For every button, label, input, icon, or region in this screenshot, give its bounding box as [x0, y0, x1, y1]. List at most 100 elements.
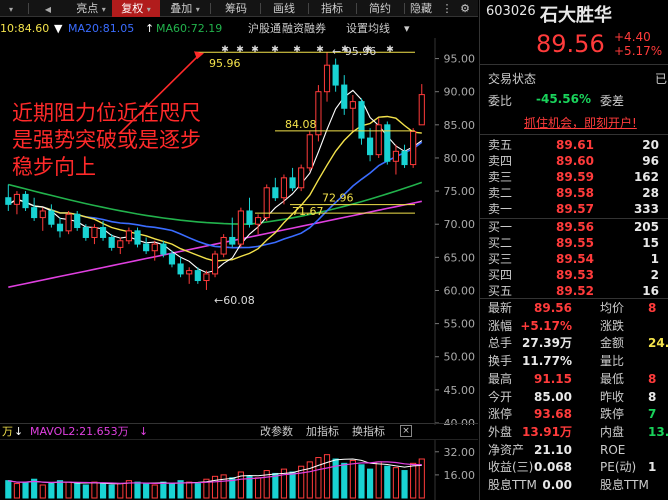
ask-row[interactable]: 卖二 89.58 28: [480, 185, 668, 201]
bid-row[interactable]: 买五 89.52 16: [480, 283, 668, 299]
ask-row[interactable]: 卖一 89.57 333: [480, 201, 668, 217]
volume-bar: [48, 483, 55, 499]
toolbar-more-icon[interactable]: ⋮: [440, 0, 454, 17]
bid-label: 买四: [488, 268, 513, 282]
candle-body: [341, 84, 348, 109]
candle-body: [22, 193, 29, 209]
mavol2-arrow-icon: ↓: [139, 425, 149, 438]
volume-chart[interactable]: 32.00 16.00: [0, 440, 478, 500]
ma-menu-hgt[interactable]: 沪股通: [248, 21, 281, 37]
candle-body: [392, 150, 400, 162]
volume-tick-label: 32.00: [444, 446, 476, 459]
candle-body: [289, 177, 296, 189]
candle-body: [298, 167, 305, 189]
ask-row[interactable]: 卖五 89.61 20: [480, 137, 668, 153]
quote-label: 最低: [600, 371, 625, 386]
toolbar-draw-button[interactable]: 画线: [264, 0, 304, 17]
quote-value: 8: [648, 389, 657, 404]
ma-menu-margin[interactable]: 融资融券: [282, 21, 326, 37]
candle-body: [56, 223, 64, 232]
candle-body: [203, 273, 210, 282]
candle-body: [272, 187, 279, 199]
quote-label: 总手: [488, 336, 513, 351]
bid-row[interactable]: 买三 89.54 1: [480, 251, 668, 267]
candle-body: [177, 263, 184, 275]
price-tick-label: 90.00: [444, 86, 476, 99]
toolbar-menu-icon[interactable]: ▾: [0, 0, 22, 17]
ask-row[interactable]: 卖三 89.59 162: [480, 169, 668, 185]
bid-volume: 1: [650, 252, 659, 266]
promo-link[interactable]: 抓住机会，即刻开户!: [524, 114, 637, 131]
divider: [480, 64, 668, 65]
toolbar-chips-button[interactable]: 筹码: [216, 0, 256, 17]
stock-name: 石大胜华: [540, 5, 612, 26]
candle-body: [117, 240, 124, 248]
event-marker-icon: ✱: [271, 45, 279, 55]
ask-label: 卖二: [488, 186, 513, 200]
ask-volume: 96: [642, 154, 659, 168]
divider: [480, 298, 668, 299]
candle-body: [13, 193, 21, 205]
bid-row[interactable]: 买一 89.56 205: [480, 219, 668, 235]
weicha-label: 委差: [600, 94, 625, 108]
toolbar-indicator-button[interactable]: 指标: [312, 0, 352, 17]
quote-value: 0.068: [534, 460, 572, 475]
bid-volume: 16: [642, 284, 659, 298]
candle-body: [160, 243, 167, 255]
candle-body: [418, 94, 425, 126]
volume-bar: [151, 484, 158, 499]
candle-body: [220, 236, 227, 255]
annotation-line-2: 是强势突破或是逐步: [12, 128, 201, 152]
toolbar-divider: [260, 3, 261, 14]
bid-row[interactable]: 买四 89.53 2: [480, 267, 668, 283]
quote-label: 涨停: [488, 407, 513, 422]
annotation-line-3: 稳步向上: [12, 155, 96, 179]
toolbar-hide-button[interactable]: 隐藏: [406, 0, 436, 17]
ask-row[interactable]: 卖四 89.60 96: [480, 153, 668, 169]
ask-price: 89.59: [556, 170, 594, 184]
toolbar-adjust-button[interactable]: 复权 ▾: [112, 0, 160, 17]
toolbar-overlay-button[interactable]: 叠加 ▾: [162, 0, 208, 17]
quote-label: 涨幅: [488, 318, 513, 333]
kline-chart[interactable]: 95.00 90.00 85.00 80.00 75.00 70.00 65.00 60.00…: [0, 38, 478, 425]
quote-panel: 603026 石大胜华 89.56 +4.40 +5.17% 交易状态 已 委比…: [479, 0, 668, 500]
volume-add-indicator[interactable]: 加指标: [306, 424, 339, 440]
volume-bar: [39, 484, 46, 499]
low-price-label: ←60.08: [214, 294, 255, 307]
volume-arrow-icon: ↓: [14, 425, 24, 438]
volume-bar: [220, 474, 227, 499]
stock-price-row: 89.56 +4.40 +5.17%: [480, 30, 668, 60]
volume-switch-indicator[interactable]: 换指标: [352, 424, 385, 440]
candle-body: [358, 101, 365, 139]
toolbar-simple-button[interactable]: 简约: [360, 0, 400, 17]
volume-bar: [392, 467, 400, 499]
volume-bar: [315, 457, 322, 499]
volume-bar: [255, 477, 262, 499]
bid-volume: 2: [650, 268, 659, 282]
ask-volume: 333: [633, 202, 659, 216]
toolbar-prev-button[interactable]: ◀: [33, 0, 63, 17]
event-marker-icon: ✱: [386, 45, 394, 55]
ma-menu-settings[interactable]: 设置均线: [346, 21, 390, 37]
promo-banner[interactable]: 抓住机会，即刻开户!: [480, 114, 668, 132]
volume-bar: [358, 464, 365, 499]
volume-bar: [289, 471, 296, 499]
candle-body: [31, 207, 38, 219]
ask-price: 89.58: [556, 186, 594, 200]
candle-body: [237, 210, 244, 245]
toolbar-divider: [210, 3, 211, 14]
ma-menu-dropdown-icon[interactable]: ▾: [404, 21, 410, 37]
bid-row[interactable]: 买二 89.55 15: [480, 235, 668, 251]
volume-close-icon[interactable]: ×: [400, 425, 412, 437]
support-level-label-1: 72.96: [322, 192, 354, 205]
ask-label: 卖五: [488, 138, 513, 152]
candle-body: [108, 236, 115, 248]
toolbar-highlight-button[interactable]: 亮点 ▾: [72, 0, 110, 17]
event-marker-icon: ✱: [251, 45, 259, 55]
volume-modify-params[interactable]: 改参数: [260, 424, 293, 440]
bid-price: 89.54: [556, 252, 594, 266]
volume-bar: [306, 461, 313, 499]
volume-bar: [341, 462, 348, 499]
toolbar-settings-icon[interactable]: ⚙: [454, 0, 476, 17]
annotation-line-1: 近期阻力位近在咫尺: [12, 101, 201, 125]
